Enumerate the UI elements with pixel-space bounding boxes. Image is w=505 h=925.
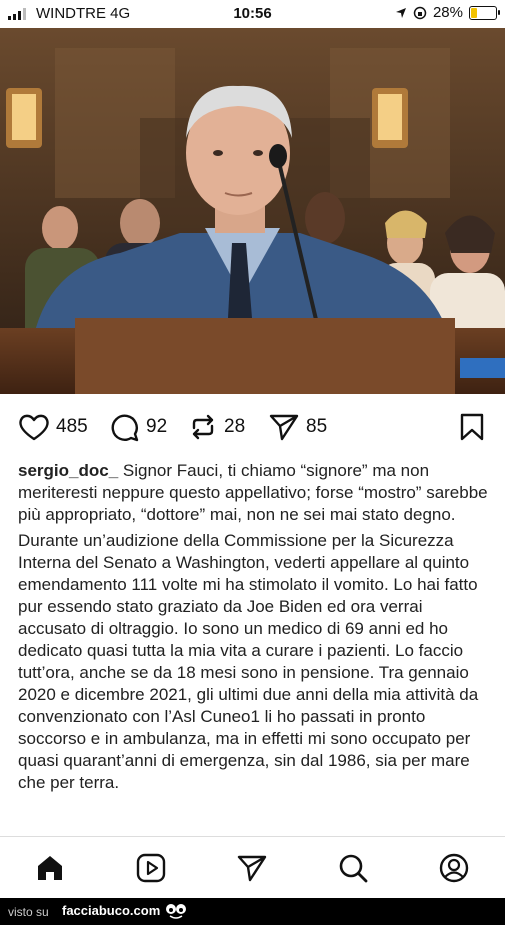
like-count: 485 <box>56 416 88 437</box>
rotation-lock-icon <box>413 6 427 19</box>
nav-reels[interactable] <box>134 851 168 885</box>
nav-search[interactable] <box>336 851 370 885</box>
post-actions: 485 92 28 85 <box>0 408 505 448</box>
caption-intro: sergio_doc_ Signor Fauci, ti chiamo “sig… <box>18 460 490 526</box>
home-icon <box>38 856 62 880</box>
nav-home[interactable] <box>33 851 67 885</box>
battery-icon <box>469 5 500 20</box>
comment-icon <box>111 414 139 442</box>
repost-button[interactable]: 28 <box>188 412 245 442</box>
save-button[interactable] <box>458 412 486 442</box>
like-button[interactable]: 485 <box>18 412 88 442</box>
post-photo[interactable] <box>0 28 505 394</box>
repost-icon <box>192 414 214 440</box>
post-caption: sergio_doc_ Signor Fauci, ti chiamo “sig… <box>18 460 490 798</box>
bottom-nav <box>0 836 505 899</box>
bookmark-icon <box>460 413 484 441</box>
watermark-prefix: visto su <box>8 905 49 919</box>
share-count: 85 <box>306 416 328 437</box>
hearing-photo <box>0 28 505 394</box>
profile-icon <box>439 853 469 883</box>
repost-count: 28 <box>224 416 246 437</box>
nav-profile[interactable] <box>437 851 471 885</box>
comment-button[interactable]: 92 <box>110 412 167 442</box>
caption-body: Durante un’audizione della Commissione p… <box>18 531 479 792</box>
nav-direct[interactable] <box>235 851 269 885</box>
username[interactable]: sergio_doc_ <box>18 461 118 480</box>
status-bar: WINDTRE 4G 10:56 28% <box>0 0 505 28</box>
watermark-site: facciabuco.com <box>62 903 161 918</box>
reels-icon <box>136 853 166 883</box>
heart-icon <box>19 414 49 441</box>
watermark-bar: visto su facciabuco.com <box>0 898 505 925</box>
location-icon <box>395 7 406 18</box>
share-button[interactable]: 85 <box>268 412 327 442</box>
send-icon <box>269 414 299 441</box>
battery-percent: 28% <box>432 4 463 21</box>
facciabuco-logo-icon <box>166 904 186 919</box>
send-icon <box>237 855 267 882</box>
caption-fade <box>0 810 505 836</box>
comment-count: 92 <box>146 416 168 437</box>
search-icon <box>339 854 368 883</box>
